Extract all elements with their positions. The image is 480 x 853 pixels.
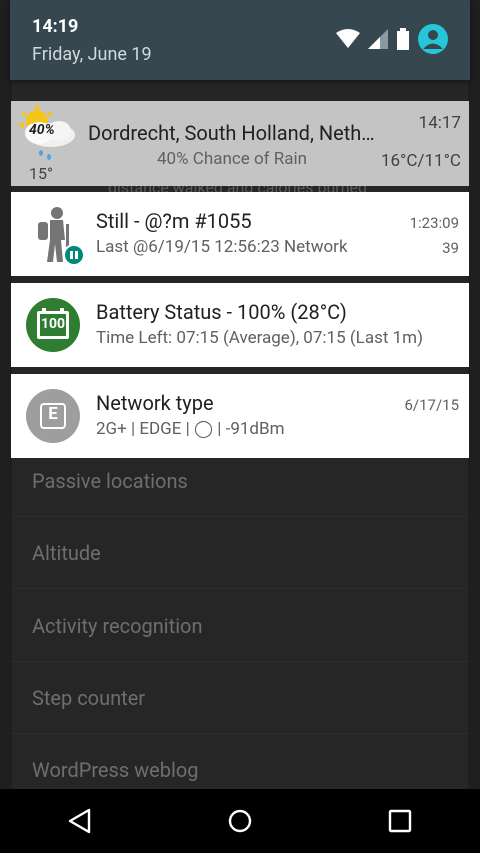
pause-icon[interactable] <box>63 244 85 266</box>
weather-current-temp: 15° <box>29 164 53 183</box>
status-date[interactable]: Friday, June 19 <box>32 44 152 65</box>
list-item-label: Activity recognition <box>32 613 203 638</box>
list-item-activity-recognition[interactable]: Activity recognition <box>12 590 468 662</box>
list-item-label: WordPress weblog <box>32 757 199 782</box>
activity-notification[interactable]: Still - @?m #1055 Last @6/19/15 12:56:23… <box>11 192 469 276</box>
battery-status-icon <box>397 28 409 50</box>
weather-location-title: Dordrecht, South Holland, Neth… <box>88 121 375 145</box>
activity-count: 39 <box>442 239 459 257</box>
list-item-label: Passive locations <box>32 468 188 493</box>
battery-notification[interactable]: 100 Battery Status - 100% (28°C) Time Le… <box>11 283 469 367</box>
weather-timestamp: 14:17 <box>418 113 461 133</box>
network-date: 6/17/15 <box>404 396 459 414</box>
network-icon-label: E <box>48 404 58 424</box>
activity-duration: 1:23:09 <box>409 214 459 232</box>
back-icon <box>68 808 91 834</box>
user-avatar-icon[interactable] <box>418 24 448 54</box>
cell-signal-icon <box>368 29 388 49</box>
home-icon <box>228 809 252 833</box>
navigation-bar <box>0 789 480 853</box>
battery-icon-label: 100 <box>40 316 66 332</box>
home-button[interactable] <box>210 791 270 851</box>
back-button[interactable] <box>50 791 110 851</box>
battery-icon: 100 <box>26 298 80 352</box>
list-item-label: Step counter <box>32 685 146 710</box>
list-item-label: Altitude <box>32 540 101 565</box>
recents-button[interactable] <box>370 791 430 851</box>
battery-title: Battery Status - 100% (28°C) <box>96 300 347 324</box>
activity-title: Still - @?m #1055 <box>96 209 252 233</box>
status-icons <box>336 24 448 54</box>
status-time: 14:19 <box>32 16 79 37</box>
network-subtitle: 2G+ | EDGE | ◯ | -91dBm <box>96 419 285 439</box>
weather-forecast-text: 40% Chance of Rain <box>157 149 308 169</box>
list-item-altitude[interactable]: Altitude <box>12 517 468 589</box>
network-notification[interactable]: E Network type 2G+ | EDGE | ◯ | -91dBm 6… <box>11 374 469 458</box>
network-icon: E <box>26 389 80 443</box>
weather-notification[interactable]: 40% 15° Dordrecht, South Holland, Neth… … <box>11 101 469 186</box>
weather-icon-badge: 40% <box>29 122 55 138</box>
recents-icon <box>388 809 412 833</box>
network-title: Network type <box>96 391 214 415</box>
battery-subtitle: Time Left: 07:15 (Average), 07:15 (Last … <box>96 328 424 348</box>
wifi-icon <box>336 29 360 48</box>
list-item-step-counter[interactable]: Step counter <box>12 662 468 734</box>
activity-subtitle: Last @6/19/15 12:56:23 Network <box>96 237 348 257</box>
notification-shade-header: 14:19 Friday, June 19 <box>10 0 470 80</box>
weather-temp-range: 16°C/11°C <box>380 151 461 171</box>
